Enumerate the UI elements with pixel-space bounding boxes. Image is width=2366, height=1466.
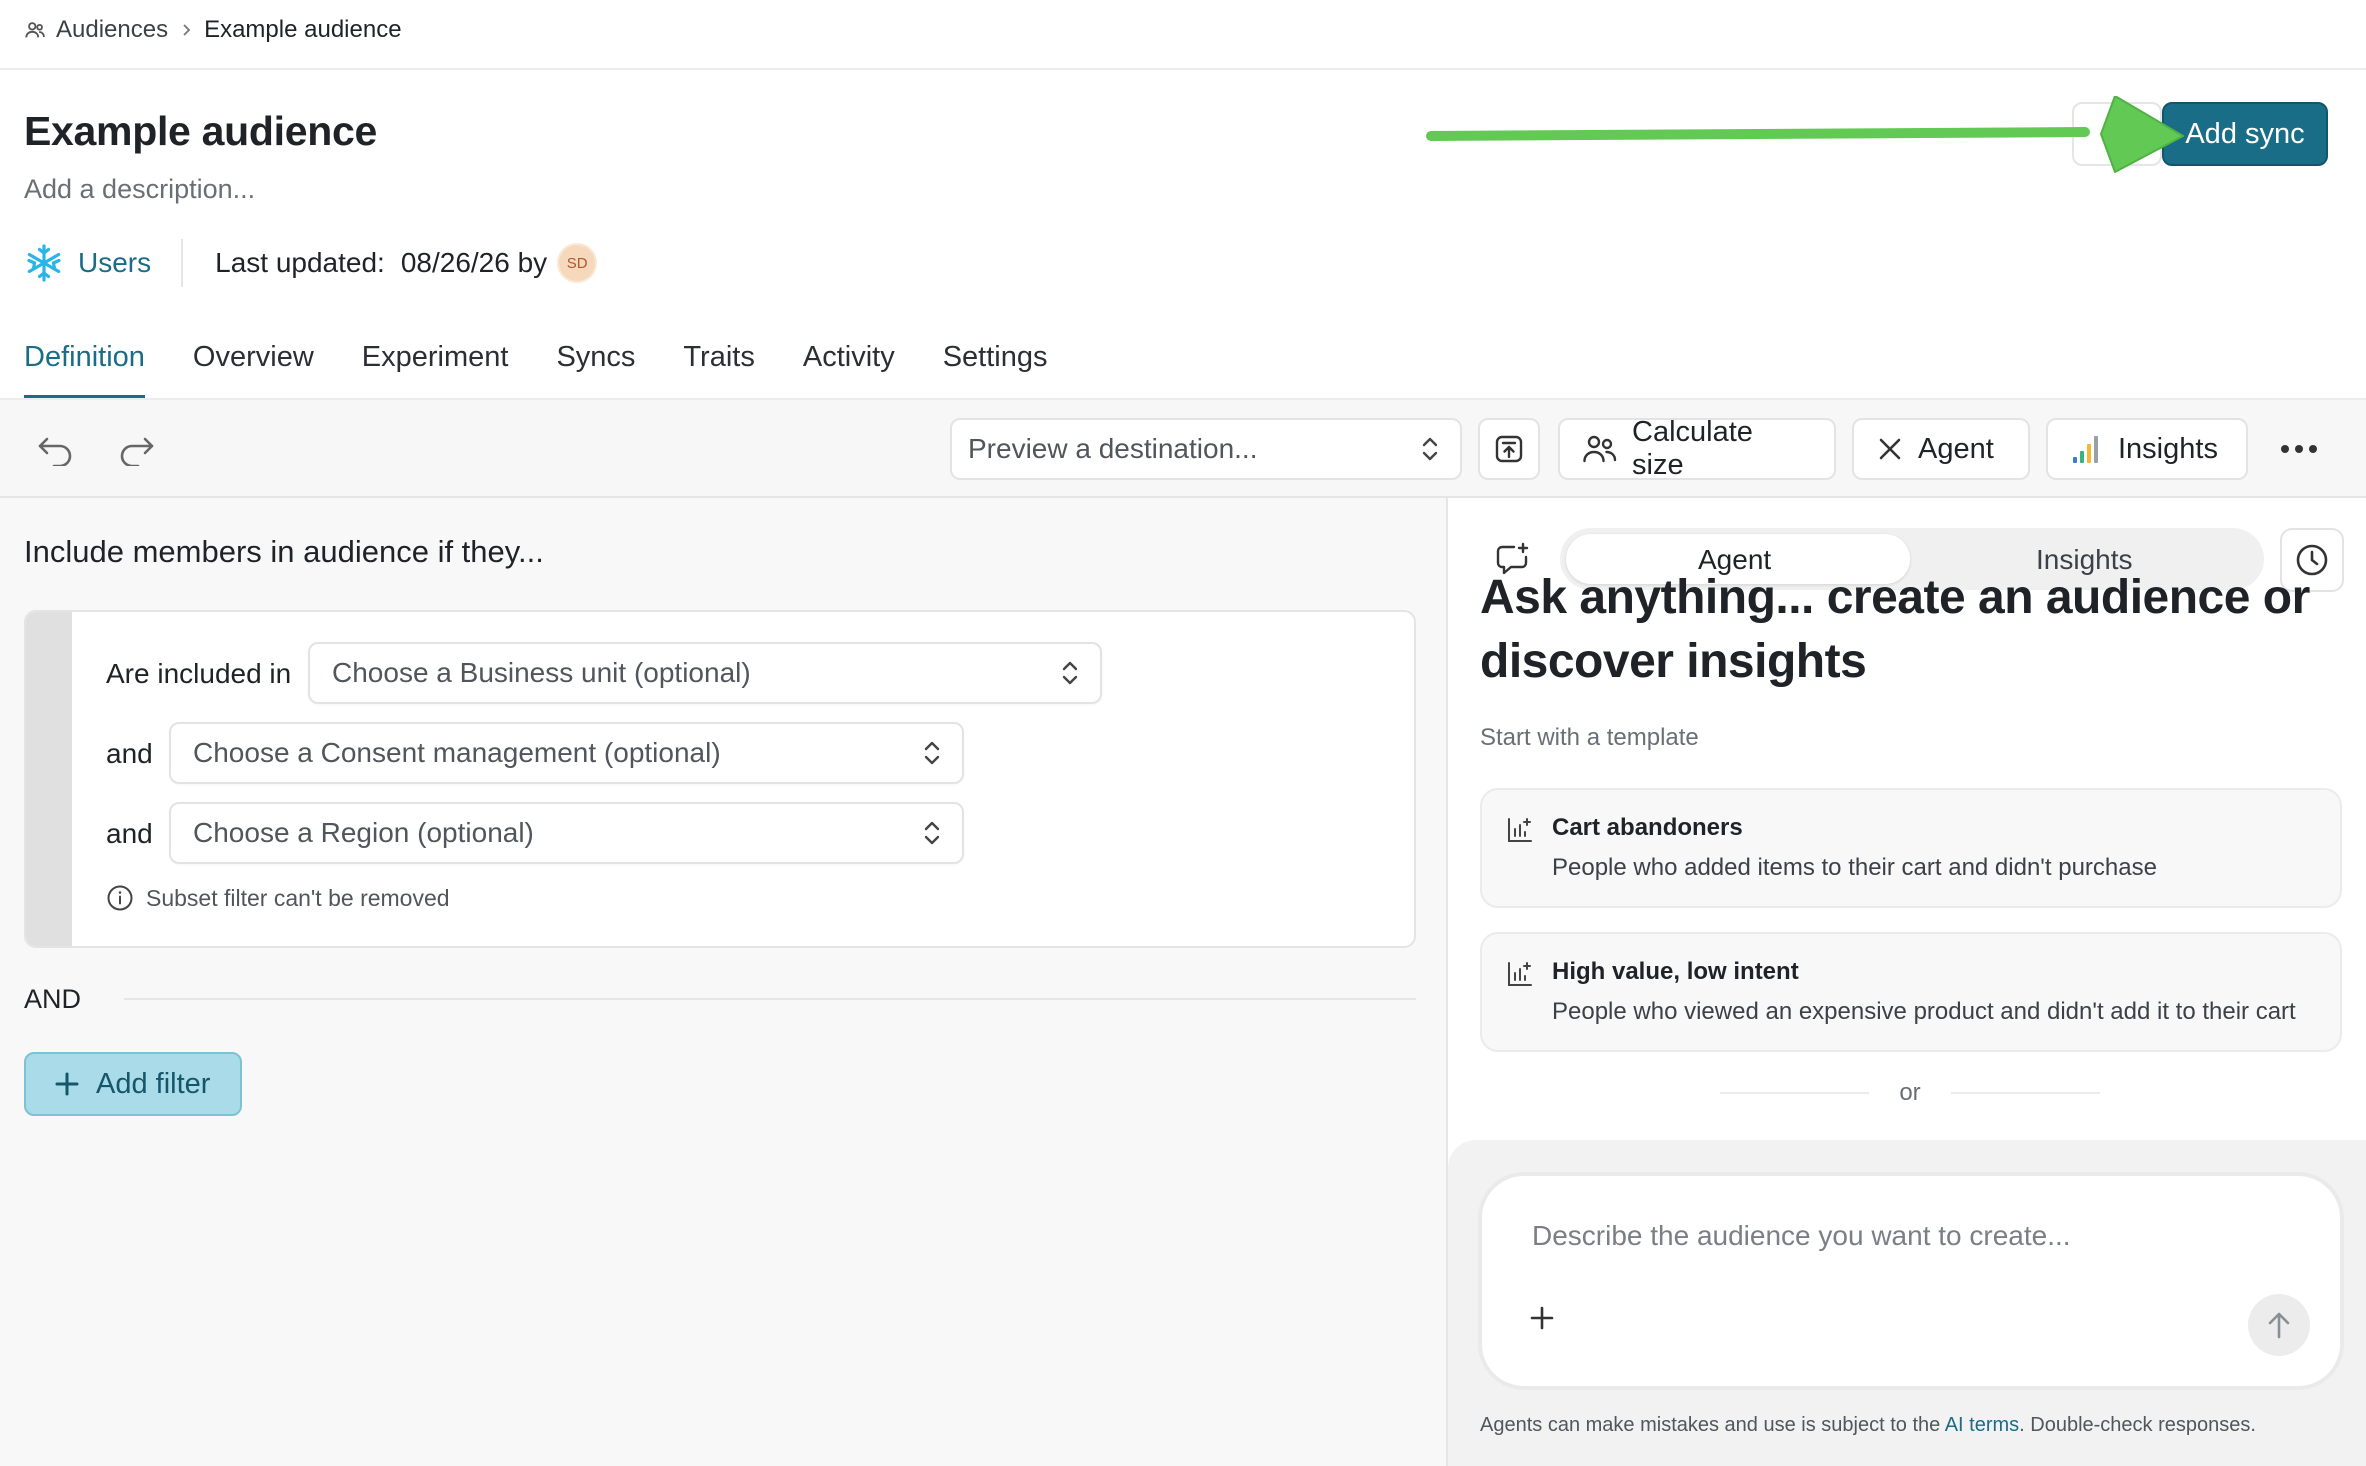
add-sync-button[interactable]: Add sync bbox=[2162, 102, 2328, 166]
source-link[interactable]: Users bbox=[24, 243, 151, 283]
template-chart-icon bbox=[1506, 816, 1534, 844]
or-line bbox=[1720, 1092, 1870, 1094]
template-chart-icon bbox=[1506, 960, 1534, 988]
condition-label: Are included in bbox=[106, 658, 292, 689]
chevron-updown-icon bbox=[1420, 434, 1440, 464]
agent-composer[interactable]: Describe the audience you want to create… bbox=[1478, 1172, 2344, 1390]
breadcrumb-current: Example audience bbox=[204, 16, 402, 43]
undo-button[interactable] bbox=[30, 424, 82, 476]
breadcrumb-parent-link[interactable]: Audiences bbox=[56, 16, 168, 44]
consent-management-select[interactable]: Choose a Consent management (optional) bbox=[169, 722, 964, 784]
or-divider: or bbox=[1720, 1078, 2100, 1108]
subset-note: Subset filter can't be removed bbox=[106, 884, 450, 912]
more-options-button[interactable] bbox=[2268, 418, 2330, 480]
agent-headline: Ask anything... create an audience or di… bbox=[1480, 571, 2310, 688]
redo-button[interactable] bbox=[110, 424, 162, 476]
users-icon bbox=[24, 19, 46, 41]
last-updated-label: Last updated: bbox=[215, 247, 385, 278]
tab-definition[interactable]: Definition bbox=[24, 336, 145, 398]
tab-overview[interactable]: Overview bbox=[193, 336, 314, 398]
audience-meta: Users Last updated: 08/26/26 by SD bbox=[24, 238, 598, 288]
ai-terms-link[interactable]: AI terms bbox=[1945, 1414, 2019, 1436]
and-divider bbox=[124, 998, 1416, 1000]
close-icon bbox=[1876, 435, 1904, 463]
condition-label: and bbox=[106, 738, 153, 769]
page-title[interactable]: Example audience bbox=[24, 108, 377, 155]
or-label: or bbox=[1899, 1079, 1921, 1106]
subset-note-text: Subset filter can't be removed bbox=[146, 884, 450, 911]
template-title: Cart abandoners bbox=[1552, 814, 1743, 841]
description-field[interactable]: Add a description... bbox=[24, 174, 255, 205]
breadcrumb: Audiences Example audience bbox=[24, 14, 402, 46]
add-filter-label: Add filter bbox=[96, 1067, 211, 1100]
attach-button[interactable] bbox=[1528, 1304, 1556, 1332]
agent-label: Agent bbox=[1918, 432, 1994, 465]
template-title: High value, low intent bbox=[1552, 958, 1799, 985]
tab-syncs[interactable]: Syncs bbox=[556, 336, 635, 398]
ai-disclaimer: Agents can make mistakes and use is subj… bbox=[1480, 1414, 2256, 1437]
template-description: People who viewed an expensive product a… bbox=[1552, 998, 2296, 1025]
plus-icon bbox=[54, 1071, 80, 1097]
more-icon bbox=[2280, 444, 2318, 454]
send-button[interactable] bbox=[2248, 1294, 2310, 1356]
template-description: People who added items to their cart and… bbox=[1552, 854, 2157, 881]
preview-destination-placeholder: Preview a destination... bbox=[968, 433, 1258, 464]
template-card-high-value-low-intent[interactable]: High value, low intent People who viewed… bbox=[1480, 932, 2342, 1052]
export-icon bbox=[1493, 433, 1525, 465]
and-label: AND bbox=[24, 984, 82, 1014]
disclaimer-suffix: . Double-check responses. bbox=[2019, 1414, 2256, 1436]
export-button[interactable] bbox=[1478, 418, 1540, 480]
tab-bar: Definition Overview Experiment Syncs Tra… bbox=[24, 336, 1048, 398]
last-updated-value: 08/26/26 by bbox=[400, 247, 548, 278]
agent-toggle-button[interactable]: Agent bbox=[1852, 418, 2030, 480]
people-icon bbox=[1582, 433, 1618, 465]
undo-icon bbox=[36, 434, 76, 466]
chevron-updown-icon bbox=[922, 818, 942, 848]
disclaimer-prefix: Agents can make mistakes and use is subj… bbox=[1480, 1414, 1945, 1436]
preview-destination-select[interactable]: Preview a destination... bbox=[950, 418, 1462, 480]
header-divider bbox=[0, 68, 2366, 70]
or-line bbox=[1950, 1092, 2100, 1094]
business-unit-value: Choose a Business unit (optional) bbox=[332, 657, 751, 688]
meta-divider bbox=[181, 239, 184, 287]
chevron-right-icon bbox=[178, 22, 194, 38]
tab-settings[interactable]: Settings bbox=[943, 336, 1048, 398]
source-name: Users bbox=[78, 247, 152, 278]
calculate-size-button[interactable]: Calculate size bbox=[1558, 416, 1836, 481]
info-icon bbox=[106, 884, 134, 912]
arrow-up-icon bbox=[2265, 1310, 2293, 1340]
region-value: Choose a Region (optional) bbox=[193, 817, 534, 848]
add-filter-button[interactable]: Add filter bbox=[24, 1052, 242, 1116]
tab-activity[interactable]: Activity bbox=[803, 336, 895, 398]
avatar: SD bbox=[557, 243, 598, 283]
chevron-updown-icon bbox=[922, 738, 942, 768]
insights-button[interactable]: Insights bbox=[2046, 418, 2248, 480]
region-select[interactable]: Choose a Region (optional) bbox=[169, 802, 964, 864]
composer-input[interactable]: Describe the audience you want to create… bbox=[1532, 1220, 2071, 1252]
start-template-label: Start with a template bbox=[1480, 724, 1699, 751]
template-card-cart-abandoners[interactable]: Cart abandoners People who added items t… bbox=[1480, 788, 2342, 908]
redo-icon bbox=[116, 434, 156, 466]
annotation-arrow-icon bbox=[1425, 96, 2185, 176]
filter-card-stripe bbox=[26, 612, 72, 946]
include-heading: Include members in audience if they... bbox=[24, 534, 544, 569]
bar-chart-icon bbox=[2070, 432, 2104, 466]
tab-traits[interactable]: Traits bbox=[683, 336, 754, 398]
tab-experiment[interactable]: Experiment bbox=[362, 336, 509, 398]
consent-management-value: Choose a Consent management (optional) bbox=[193, 737, 721, 768]
subset-filter-card: Are included in Choose a Business unit (… bbox=[24, 610, 1416, 948]
chevron-updown-icon bbox=[1060, 658, 1080, 688]
insights-label: Insights bbox=[2118, 432, 2218, 465]
condition-label: and bbox=[106, 818, 153, 849]
calculate-size-label: Calculate size bbox=[1632, 416, 1753, 481]
snowflake-icon bbox=[24, 243, 64, 283]
business-unit-select[interactable]: Choose a Business unit (optional) bbox=[308, 642, 1102, 704]
